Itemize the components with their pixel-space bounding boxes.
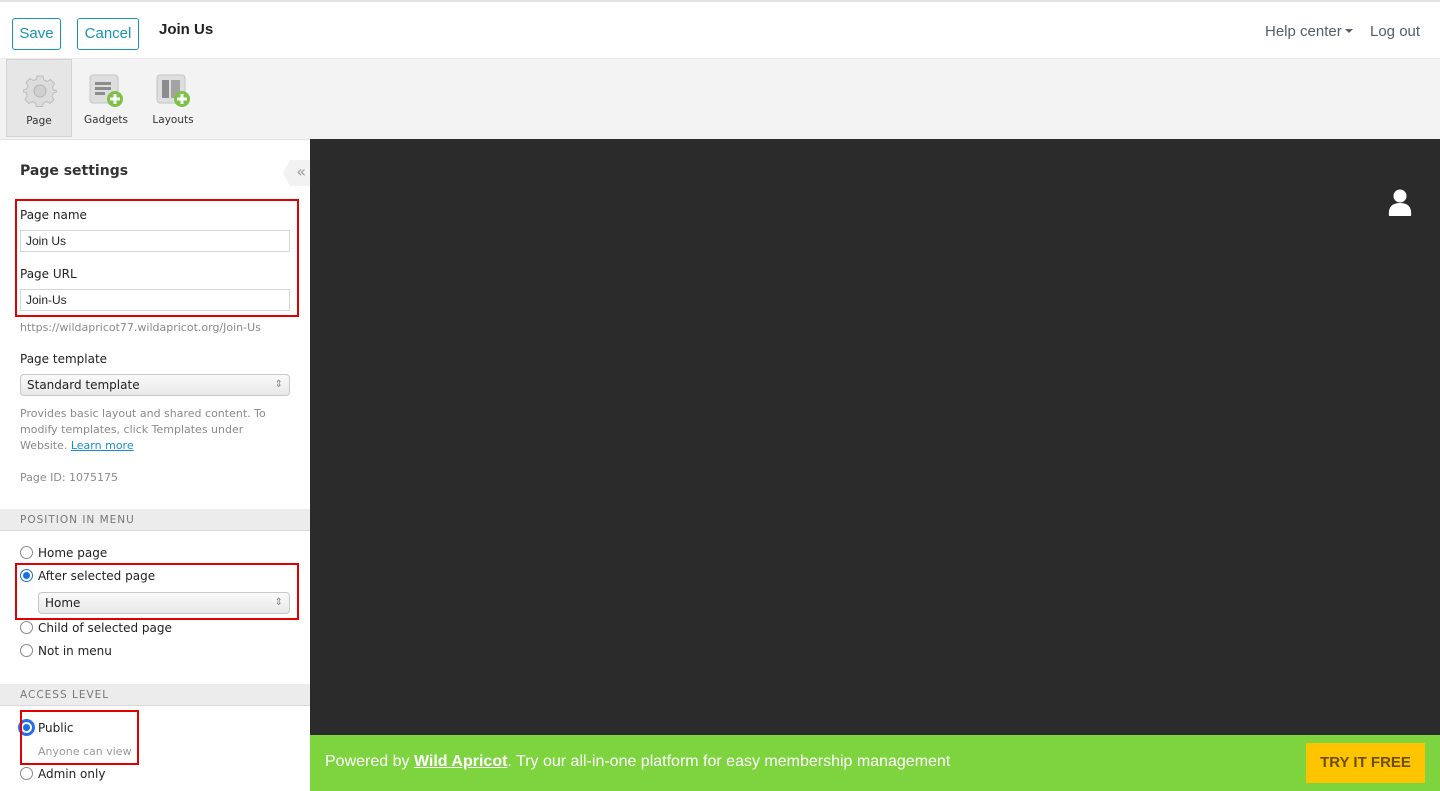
tool-page-label: Page [26,115,52,127]
tool-gadgets[interactable]: Gadgets [73,59,139,137]
collapse-panel-button[interactable]: « [283,160,311,186]
template-description: Provides basic layout and shared content… [20,406,285,454]
gear-icon [23,75,57,107]
radio-home-page[interactable]: Home page [20,546,107,560]
radio-button[interactable] [20,644,33,657]
page-url-input[interactable] [20,289,290,311]
radio-label: Home page [38,546,108,560]
radio-admin-only[interactable]: Admin only [20,767,105,781]
page-url-label: Page URL [20,267,77,281]
radio-button-selected[interactable] [20,721,33,734]
add-gadget-icon [89,74,123,107]
radio-after-selected-page[interactable]: After selected page [20,569,155,583]
page-settings-panel: « Page settings Page name Page URL https… [0,139,311,791]
caret-down-icon [1344,28,1353,33]
template-select-value: Standard template [27,378,140,392]
select-arrows-icon: ⇕ [274,597,283,608]
page-preview [310,139,1440,735]
radio-label: Child of selected page [38,621,172,635]
radio-label: Not in menu [38,644,112,658]
promo-suffix: . Try our all-in-one platform for easy m… [507,753,951,770]
learn-more-link[interactable]: Learn more [71,439,134,452]
radio-label: Public [38,721,74,735]
page-id: Page ID: 1075175 [20,471,119,484]
after-page-select-value: Home [45,596,81,610]
try-it-free-button[interactable]: TRY IT FREE [1306,743,1425,783]
editor-toolbar: Page Gadgets Layouts [0,59,1440,139]
user-icon[interactable] [1387,189,1413,217]
save-button[interactable]: Save [12,18,61,50]
promo-text: Powered by Wild Apricot. Try our all-in-… [325,753,950,771]
logout-link[interactable]: Log out [1370,23,1420,40]
tool-page[interactable]: Page [6,59,72,137]
tool-layouts[interactable]: Layouts [140,59,206,137]
help-center-label: Help center [1265,23,1342,40]
page-name-input[interactable] [20,230,290,252]
wild-apricot-link[interactable]: Wild Apricot [414,753,507,770]
radio-not-in-menu[interactable]: Not in menu [20,644,112,658]
top-bar: Save Cancel Join Us Help center Log out [0,0,1440,59]
template-desc-text: Provides basic layout and shared content… [20,407,266,452]
select-arrows-icon: ⇕ [274,379,283,390]
public-hint: Anyone can view [38,745,132,758]
add-layout-icon [156,74,190,107]
page-name-label: Page name [20,208,87,222]
after-page-select[interactable]: Home ⇕ [38,592,290,614]
help-center-menu[interactable]: Help center [1265,23,1353,40]
radio-button-selected[interactable] [20,569,33,582]
radio-button[interactable] [20,767,33,780]
panel-title: Page settings [20,163,129,179]
template-label: Page template [20,352,108,366]
promo-banner: Powered by Wild Apricot. Try our all-in-… [310,735,1440,791]
radio-public[interactable]: Public [20,721,74,735]
double-chevron-left-icon: « [296,162,306,181]
access-level-header: ACCESS LEVEL [0,684,310,706]
radio-button[interactable] [20,546,33,559]
tool-layouts-label: Layouts [152,114,194,126]
radio-child-of-selected-page[interactable]: Child of selected page [20,621,172,635]
promo-prefix: Powered by [325,753,414,770]
position-in-menu-header: POSITION IN MENU [0,509,310,531]
cancel-button[interactable]: Cancel [77,18,139,50]
page-title: Join Us [159,21,214,38]
template-select[interactable]: Standard template ⇕ [20,374,290,396]
radio-button[interactable] [20,621,33,634]
radio-label: After selected page [38,569,156,583]
radio-label: Admin only [38,767,106,781]
tool-gadgets-label: Gadgets [84,114,128,126]
full-url-text: https://wildapricot77.wildapricot.org/Jo… [20,321,261,334]
